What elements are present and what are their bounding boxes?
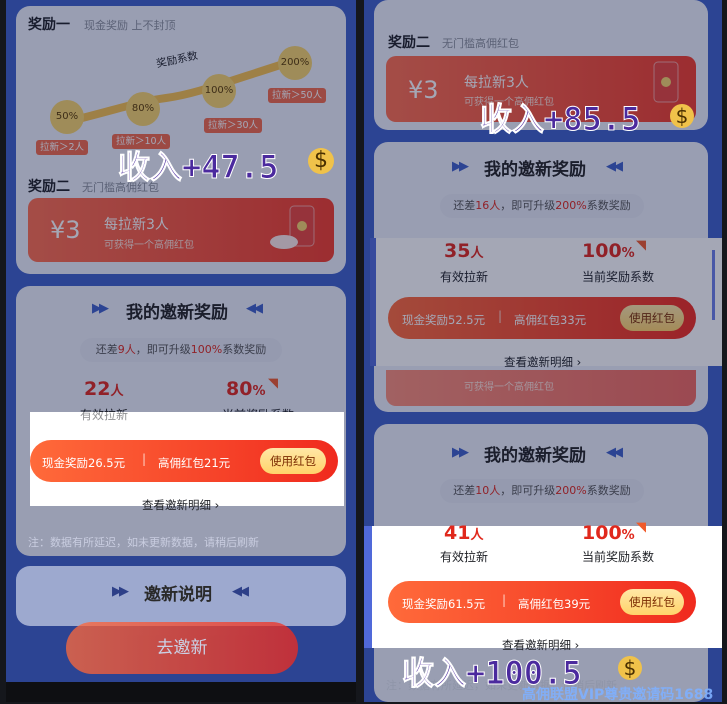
title-left-arrows: ▶▶	[452, 445, 469, 460]
valid-invite-count-1: 35人	[444, 240, 484, 262]
redpack-phone-icon	[270, 205, 315, 249]
valid-invite-count-2: 41人	[444, 522, 484, 544]
valid-invite-label-1: 有效拉新	[440, 270, 489, 284]
redpack-reward-1: 高佣红包33元	[514, 313, 587, 327]
use-redpack-button-1[interactable]: 使用红包	[620, 305, 684, 331]
money-bag-icon: $	[618, 656, 642, 680]
view-detail-link[interactable]: 查看邀新明细 ›	[142, 497, 219, 513]
current-coef-label-2: 当前奖励系数	[582, 550, 655, 564]
explain-right-arrows: ◀◀	[232, 584, 249, 599]
scrollbar-thumb[interactable]	[712, 250, 715, 320]
valid-invite-label-2: 有效拉新	[440, 550, 489, 564]
pill-divider: |	[502, 593, 507, 607]
redpack-reward: 高佣红包21元	[158, 456, 231, 470]
money-bag-icon: $	[308, 148, 334, 174]
level-200-tag: 拉新＞50人	[268, 88, 327, 103]
watermark-text: 高佣联盟VIP尊贵邀请码1688	[522, 687, 714, 703]
title-right-arrows: ◀◀	[606, 159, 623, 174]
redpack-amount: ¥3	[408, 76, 439, 104]
flame-icon: ◥	[268, 376, 278, 391]
income-overlay: 收入+47.5	[117, 148, 279, 187]
reward1-subtitle: 现金奖励 上不封顶	[84, 19, 176, 32]
invite-title: 我的邀新奖励	[126, 303, 228, 323]
nav-bar	[6, 682, 356, 702]
redpack-headline: 每拉新3人	[464, 75, 529, 91]
notice-text: 注：数据有所延迟，如未更新数据，请稍后刷新	[28, 536, 259, 549]
money-bag-icon: $	[670, 104, 694, 128]
use-redpack-button-2[interactable]: 使用红包	[620, 589, 684, 615]
level-200-circle: 200%	[278, 46, 312, 80]
invite-title-1: 我的邀新奖励	[484, 160, 586, 180]
level-50-tag: 拉新＞2人	[36, 140, 89, 155]
reward1-title: 奖励一	[28, 17, 70, 33]
flame-icon: ◥	[636, 238, 646, 253]
current-coef-1: 100%	[582, 240, 635, 262]
explain-title: 邀新说明	[144, 585, 212, 605]
left-screenshot: 奖励一 现金奖励 上不封顶 奖励系数 50% 80% 100% 200% 拉新＞…	[6, 0, 356, 702]
valid-invite-count: 22人	[84, 378, 124, 400]
upgrade-hint: 还差9人，即可升级100%系数奖励	[80, 338, 282, 362]
upgrade-hint-2: 还差10人，即可升级200%系数奖励	[440, 479, 644, 503]
reward2-title: 奖励二	[388, 35, 430, 51]
reward2-subtitle: 无门槛高佣红包	[442, 37, 519, 50]
current-coef: 80%	[226, 378, 266, 400]
view-detail-link-1[interactable]: 查看邀新明细 ›	[504, 354, 581, 370]
valid-invite-label-hl: 有效拉新	[80, 408, 129, 422]
flame-icon: ◥	[636, 520, 646, 535]
right-screenshot: 奖励二 无门槛高佣红包 ¥3 每拉新3人 可获得一个高佣红包 ▶▶ 我的邀新奖励…	[364, 0, 722, 702]
level-100-circle: 100%	[202, 74, 236, 108]
redpack-note: 可获得一个高佣红包	[104, 240, 194, 251]
current-coef-2: 100%	[582, 522, 635, 544]
pill-divider: |	[142, 452, 147, 466]
title-right-arrows: ◀◀	[246, 301, 263, 316]
redpack-note-partial: 可获得一个高佣红包	[464, 382, 554, 393]
level-80-circle: 80%	[126, 92, 160, 126]
cash-reward: 现金奖励26.5元	[42, 456, 126, 470]
title-left-arrows: ▶▶	[92, 301, 109, 316]
go-invite-button[interactable]: 去邀新	[66, 622, 298, 674]
explain-left-arrows: ▶▶	[112, 584, 129, 599]
use-redpack-button[interactable]: 使用红包	[260, 448, 326, 474]
redpack-headline: 每拉新3人	[104, 217, 169, 233]
title-right-arrows: ◀◀	[606, 445, 623, 460]
title-left-arrows: ▶▶	[452, 159, 469, 174]
income-overlay-1: 收入+85.5	[479, 100, 641, 139]
cash-reward-1: 现金奖励52.5元	[402, 313, 486, 327]
cash-reward-2: 现金奖励61.5元	[402, 597, 486, 611]
invite-title-2: 我的邀新奖励	[484, 446, 586, 466]
reward2-title: 奖励二	[28, 179, 70, 195]
pill-divider: |	[498, 309, 503, 323]
redpack-amount: ¥3	[50, 216, 81, 244]
redpack-reward-2: 高佣红包39元	[518, 597, 591, 611]
upgrade-hint-1: 还差16人，即可升级200%系数奖励	[440, 194, 644, 218]
level-50-circle: 50%	[50, 100, 84, 134]
current-coef-label-1: 当前奖励系数	[582, 270, 655, 284]
level-100-tag: 拉新＞30人	[204, 118, 263, 133]
